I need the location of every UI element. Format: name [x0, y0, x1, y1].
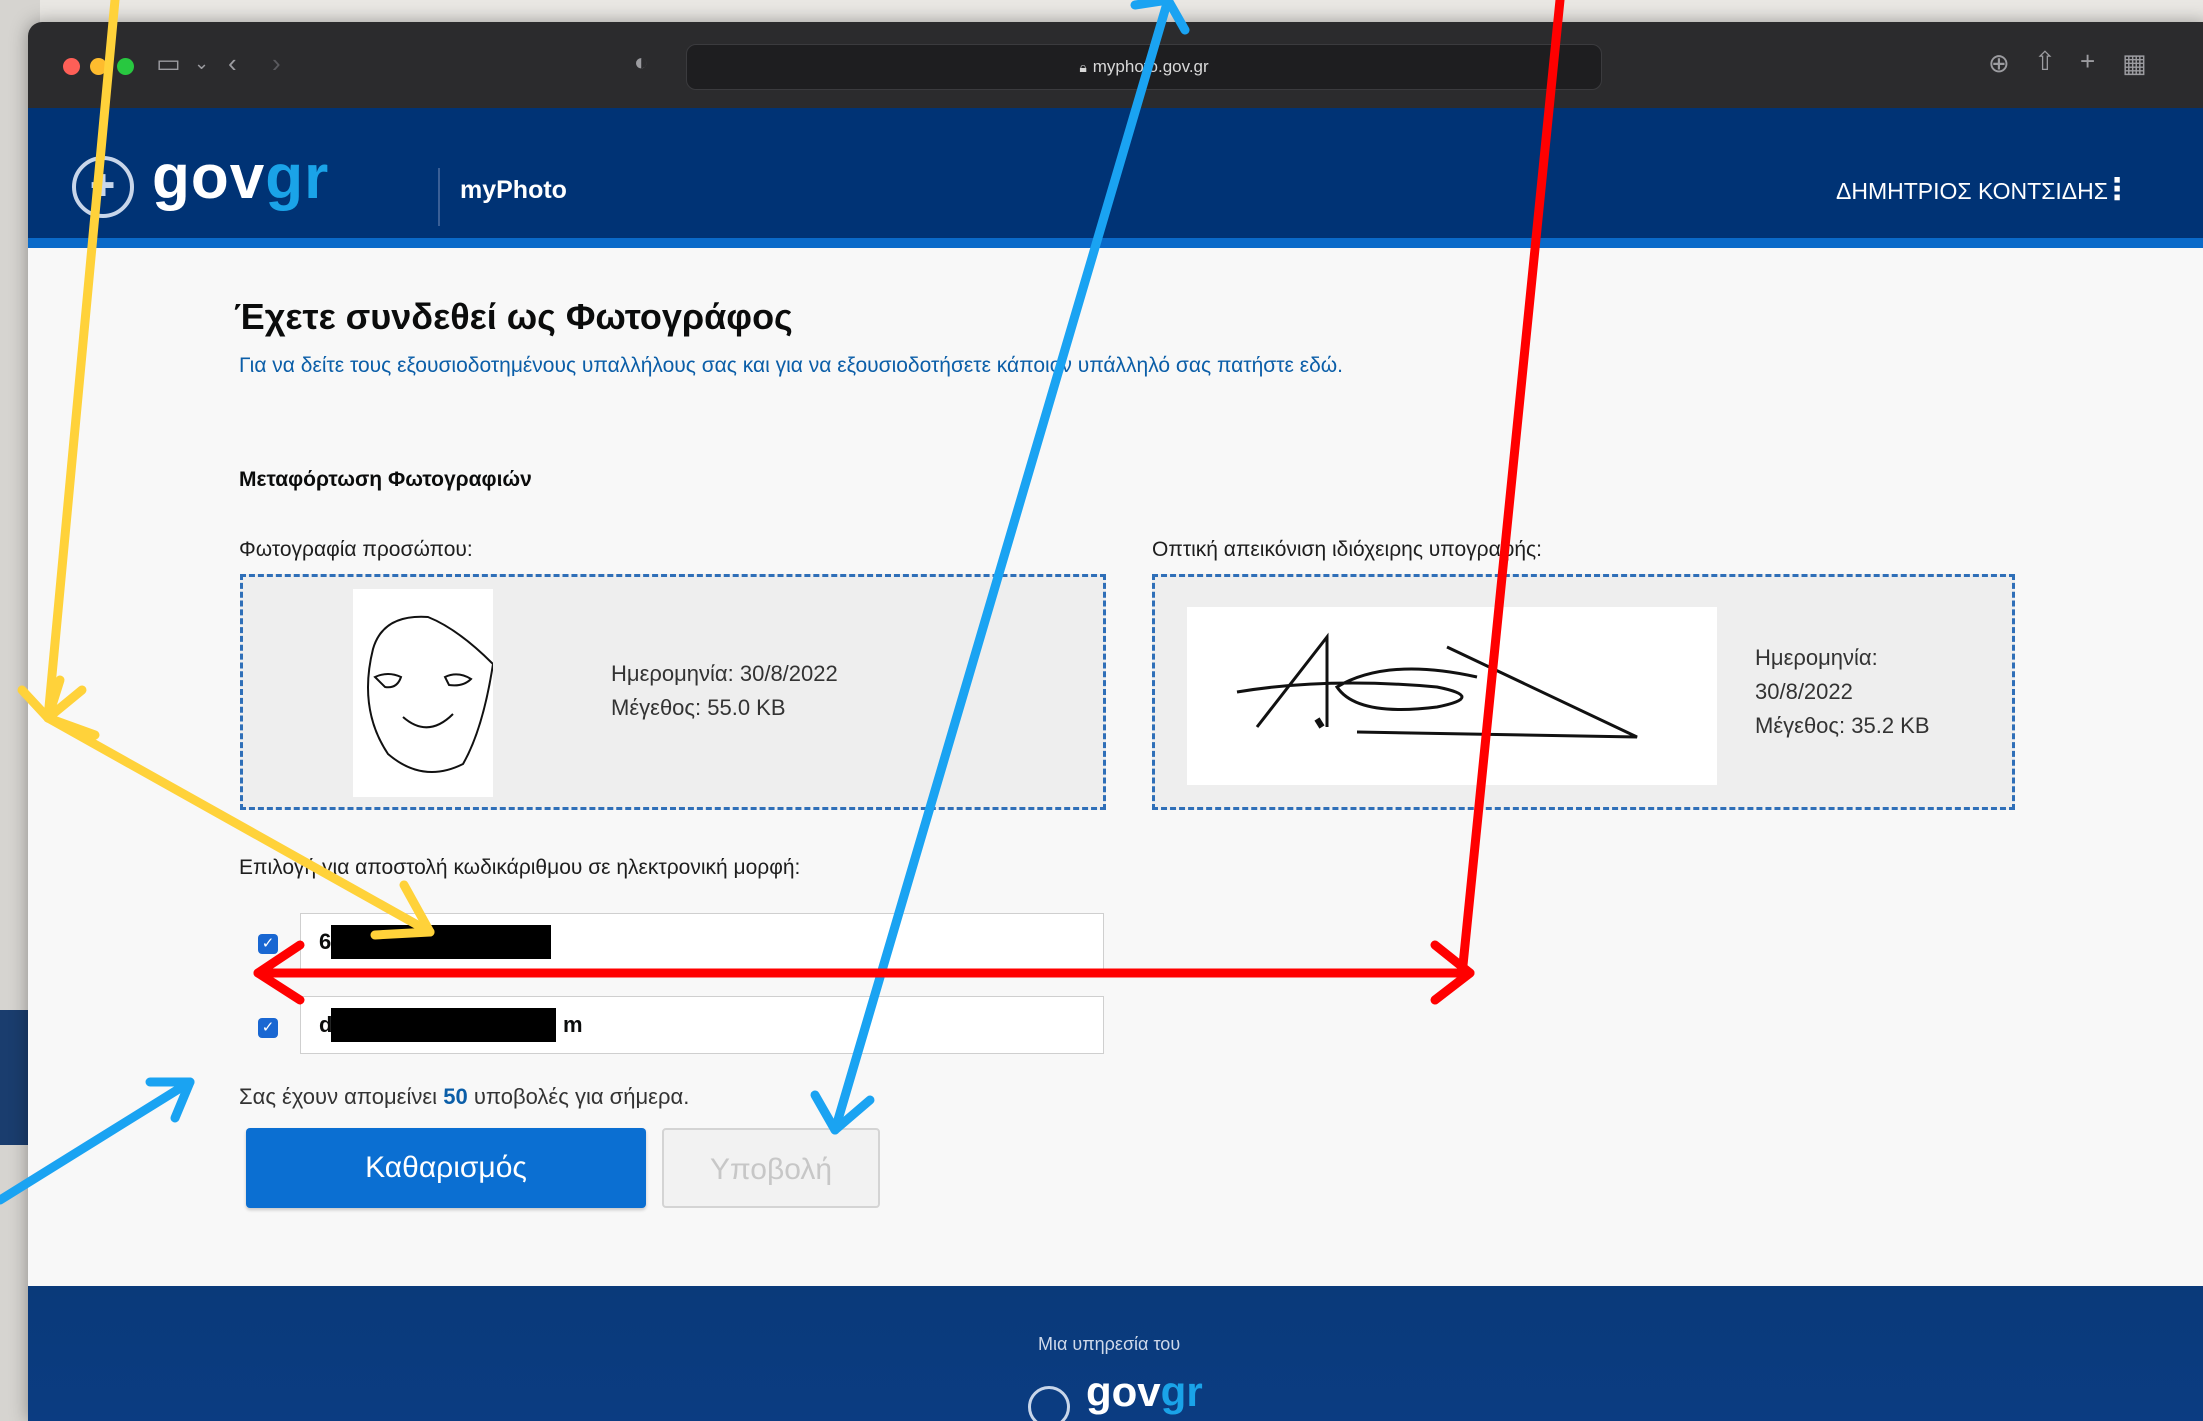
site-header: govgr myPhoto ΔΗΜΗΤΡΙΟΣ ΚΟΝΤΣΙΔΗΣ ⋮ [28, 108, 2203, 248]
logo-gr-text: gr [265, 143, 330, 212]
section-title: Μεταφόρτωση Φωτογραφιών [239, 468, 532, 491]
shield-icon[interactable]: ◐ [634, 51, 649, 75]
contact-options-label: Επιλογή για αποστολή κωδικάριθμου σε ηλε… [239, 856, 801, 879]
footer-seal-icon [1028, 1386, 1070, 1421]
quota-count: 50 [443, 1084, 468, 1109]
face-photo-label: Φωτογραφία προσώπου: [239, 538, 473, 561]
chevron-down-icon[interactable]: ⌄ [194, 54, 209, 72]
site-footer: Μια υπηρεσία του govgr [28, 1286, 2203, 1421]
browser-toolbar: ▭ ⌄ ‹ › ◐ 🔒︎ myphoto.gov.gr ⊕ ⇧ + ▦ [28, 22, 2203, 108]
email-input[interactable]: d m [300, 996, 1104, 1054]
phone-value: 6 [319, 929, 332, 954]
browser-window: ▭ ⌄ ‹ › ◐ 🔒︎myphoto.gov.gr ⊕ ⇧ + ▦ govgr… [28, 22, 2203, 1421]
share-icon[interactable]: ⇧ [2034, 48, 2056, 74]
phone-redaction [331, 925, 551, 959]
authorized-employees-link[interactable]: Για να δείτε τους εξουσιοδοτημένους υπαλ… [239, 354, 1343, 378]
url-text: myphoto.gov.gr [1092, 57, 1209, 76]
face-drawing [367, 615, 495, 773]
address-bar[interactable]: 🔒︎ myphoto.gov.gr [686, 44, 1602, 90]
signature-dropzone[interactable]: Ημερομηνία: 30/8/2022 Μέγεθος: 35.2 KB [1152, 574, 2015, 810]
back-icon[interactable]: ‹ [228, 50, 237, 76]
face-photo-dropzone[interactable]: Ημερομηνία: 30/8/2022 Μέγεθος: 55.0 KB [240, 574, 1106, 810]
face-photo-thumbnail [353, 589, 495, 797]
quota-post: υποβολές για σήμερα. [473, 1084, 690, 1109]
zoom-window-button[interactable] [117, 58, 134, 75]
header-divider [438, 168, 440, 226]
signature-thumbnail [1187, 607, 1717, 785]
footer-govgr-logo[interactable]: govgr [1086, 1368, 1203, 1416]
logo-gov-text: gov [152, 143, 266, 212]
email-redaction [331, 1008, 556, 1042]
page-title: Έχετε συνδεθεί ως Φωτογράφος [234, 296, 793, 337]
new-tab-icon[interactable]: + [2080, 48, 2095, 74]
footer-text: Μια υπηρεσία του [1038, 1334, 1181, 1354]
lock-icon: 🔒︎ [1079, 59, 1087, 75]
sidebar-icon[interactable]: ▭ [156, 50, 181, 76]
phone-input[interactable]: 6 [300, 913, 1104, 971]
signature-drawing [1236, 632, 1638, 739]
signature-size: Μέγεθος: 35.2 KB [1755, 713, 1930, 738]
service-name[interactable]: myPhoto [460, 176, 567, 205]
submit-button[interactable]: Υποβολή [662, 1128, 880, 1208]
face-photo-date: Ημερομηνία: 30/8/2022 [611, 661, 838, 686]
clear-button[interactable]: Καθαρισμός [246, 1128, 646, 1208]
signature-date-label: Ημερομηνία: [1755, 645, 1878, 670]
footer-logo-gov: gov [1086, 1368, 1161, 1415]
signature-meta: Ημερομηνία: 30/8/2022 Μέγεθος: 35.2 KB [1755, 641, 1930, 743]
greek-seal-icon [72, 156, 134, 218]
face-photo-meta: Ημερομηνία: 30/8/2022 Μέγεθος: 55.0 KB [611, 657, 838, 725]
email-value-tail: m [563, 1012, 583, 1037]
quota-pre: Σας έχουν απομείνει [239, 1084, 438, 1109]
download-icon[interactable]: ⊕ [1988, 50, 2010, 76]
govgr-logo[interactable]: govgr [152, 142, 329, 213]
signature-label: Οπτική απεικόνιση ιδιόχειρης υπογραφής: [1152, 538, 1542, 561]
forward-icon[interactable]: › [272, 50, 281, 76]
email-checkbox[interactable]: ✓ [258, 1018, 278, 1038]
close-window-button[interactable] [63, 58, 80, 75]
tab-overview-icon[interactable]: ▦ [2122, 50, 2147, 76]
minimize-window-button[interactable] [90, 58, 107, 75]
user-name[interactable]: ΔΗΜΗΤΡΙΟΣ ΚΟΝΤΣΙΔΗΣ [1836, 178, 2108, 205]
user-menu-icon[interactable]: ⋮ [2102, 172, 2132, 207]
signature-date: 30/8/2022 [1755, 679, 1853, 704]
face-photo-size: Μέγεθος: 55.0 KB [611, 695, 786, 720]
remaining-submissions-text: Σας έχουν απομείνει 50 υποβολές για σήμε… [239, 1084, 689, 1110]
phone-checkbox[interactable]: ✓ [258, 934, 278, 954]
footer-logo-gr: gr [1160, 1368, 1203, 1415]
background-window-edge [0, 1010, 30, 1145]
